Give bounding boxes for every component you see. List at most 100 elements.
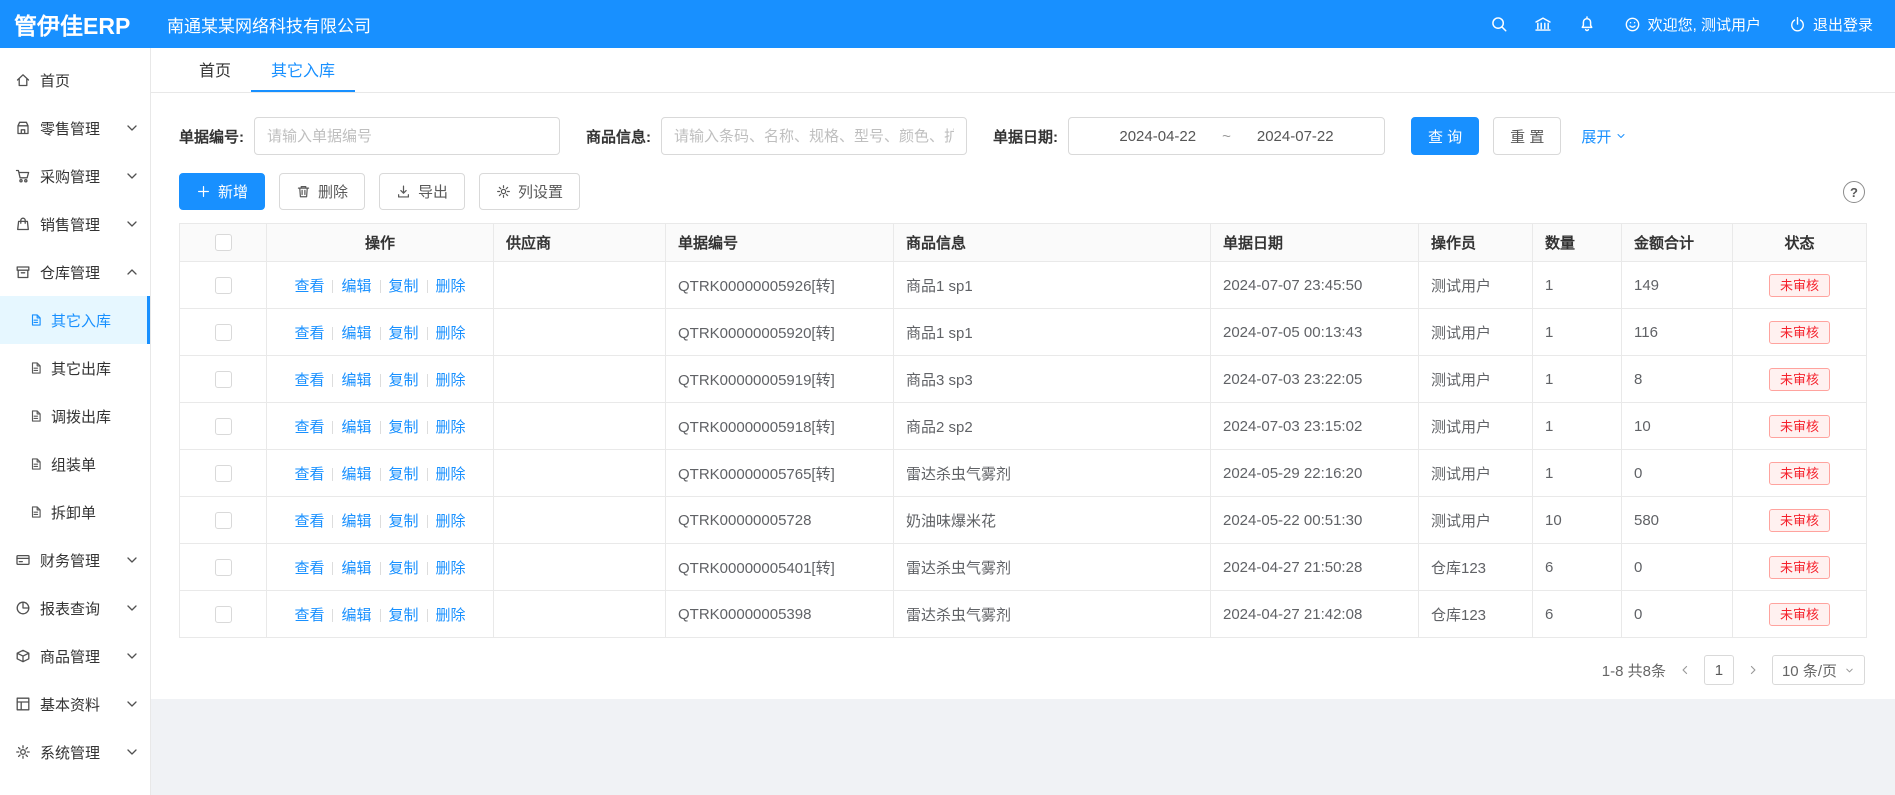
- row-action-delete[interactable]: 删除: [436, 419, 466, 436]
- sidebar-item-5[interactable]: 财务管理: [0, 536, 150, 584]
- sidebar-item-3[interactable]: 销售管理: [0, 200, 150, 248]
- logout-button[interactable]: 退出登录: [1789, 14, 1873, 35]
- action-divider: [427, 562, 428, 575]
- sidebar-item-9[interactable]: 系统管理: [0, 728, 150, 776]
- sidebar-item-0[interactable]: 首页: [0, 56, 150, 104]
- sidebar: 首页零售管理采购管理销售管理仓库管理其它入库其它出库调拨出库组装单拆卸单财务管理…: [0, 48, 151, 795]
- product-info-label: 商品信息:: [586, 126, 651, 147]
- sidebar-item-6[interactable]: 报表查询: [0, 584, 150, 632]
- row-checkbox[interactable]: [215, 559, 232, 576]
- row-action-view[interactable]: 查看: [294, 560, 324, 577]
- row-action-view[interactable]: 查看: [294, 419, 324, 436]
- sidebar-subitem-4-1[interactable]: 其它出库: [0, 344, 150, 392]
- row-checkbox[interactable]: [215, 465, 232, 482]
- cell-product: 商品1 sp1: [894, 309, 1211, 356]
- row-checkbox[interactable]: [215, 324, 232, 341]
- row-action-copy[interactable]: 复制: [389, 560, 419, 577]
- row-action-delete[interactable]: 删除: [436, 607, 466, 624]
- row-action-view[interactable]: 查看: [294, 607, 324, 624]
- row-action-view[interactable]: 查看: [294, 278, 324, 295]
- select-all-checkbox[interactable]: [215, 234, 232, 251]
- row-action-copy[interactable]: 复制: [389, 325, 419, 342]
- row-action-edit[interactable]: 编辑: [341, 372, 371, 389]
- page-number-button[interactable]: 1: [1704, 655, 1734, 685]
- row-action-view[interactable]: 查看: [294, 372, 324, 389]
- row-action-delete[interactable]: 删除: [436, 278, 466, 295]
- cell-qty: 1: [1533, 450, 1622, 497]
- date-filter: 单据日期: 2024-04-22 ~ 2024-07-22: [993, 117, 1385, 155]
- column-settings-label: 列设置: [518, 181, 563, 202]
- row-action-edit[interactable]: 编辑: [341, 466, 371, 483]
- row-action-copy[interactable]: 复制: [389, 372, 419, 389]
- notifications-button[interactable]: [1578, 15, 1596, 33]
- column-header-2: 单据编号: [666, 224, 894, 262]
- row-action-view[interactable]: 查看: [294, 513, 324, 530]
- prev-page-button[interactable]: [1678, 663, 1692, 677]
- column-settings-button[interactable]: 列设置: [479, 173, 580, 210]
- cell-qty: 1: [1533, 309, 1622, 356]
- table-row: 查看编辑复制删除QTRK00000005918[转]商品2 sp22024-07…: [180, 403, 1867, 450]
- search-button[interactable]: [1490, 15, 1508, 33]
- row-action-copy[interactable]: 复制: [389, 466, 419, 483]
- row-checkbox[interactable]: [215, 606, 232, 623]
- row-action-delete[interactable]: 删除: [436, 466, 466, 483]
- sidebar-subitem-4-4[interactable]: 拆卸单: [0, 488, 150, 536]
- bill-no-label: 单据编号:: [179, 126, 244, 147]
- row-checkbox[interactable]: [215, 277, 232, 294]
- sidebar-item-7[interactable]: 商品管理: [0, 632, 150, 680]
- row-action-copy[interactable]: 复制: [389, 513, 419, 530]
- cell-product: 雷达杀虫气雾剂: [894, 544, 1211, 591]
- row-checkbox[interactable]: [215, 512, 232, 529]
- row-action-delete[interactable]: 删除: [436, 372, 466, 389]
- welcome-user[interactable]: 欢迎您, 测试用户: [1624, 14, 1761, 35]
- row-checkbox[interactable]: [215, 371, 232, 388]
- expand-filters-link[interactable]: 展开: [1581, 126, 1627, 147]
- row-action-edit[interactable]: 编辑: [341, 419, 371, 436]
- cell-supplier: [494, 403, 666, 450]
- row-action-edit[interactable]: 编辑: [341, 513, 371, 530]
- table-row: 查看编辑复制删除QTRK00000005765[转]雷达杀虫气雾剂2024-05…: [180, 450, 1867, 497]
- expand-label: 展开: [1581, 126, 1611, 147]
- status-badge: 未审核: [1769, 321, 1830, 344]
- sidebar-item-2[interactable]: 采购管理: [0, 152, 150, 200]
- sidebar-item-8[interactable]: 基本资料: [0, 680, 150, 728]
- chevron-down-icon-slot: [1615, 130, 1627, 142]
- next-page-button[interactable]: [1746, 663, 1760, 677]
- row-action-edit[interactable]: 编辑: [341, 560, 371, 577]
- sidebar-subitem-4-3[interactable]: 组装单: [0, 440, 150, 488]
- row-action-view[interactable]: 查看: [294, 466, 324, 483]
- action-divider: [380, 562, 381, 575]
- sidebar-item-label: 销售管理: [40, 214, 115, 235]
- sidebar-item-4[interactable]: 仓库管理: [0, 248, 150, 296]
- row-action-delete[interactable]: 删除: [436, 560, 466, 577]
- search-submit-button[interactable]: 查 询: [1411, 117, 1479, 155]
- org-button[interactable]: [1534, 15, 1552, 33]
- product-info-input[interactable]: [661, 117, 967, 155]
- tab-0[interactable]: 首页: [179, 48, 251, 92]
- date-range-picker[interactable]: 2024-04-22 ~ 2024-07-22: [1068, 117, 1385, 155]
- row-action-view[interactable]: 查看: [294, 325, 324, 342]
- row-action-edit[interactable]: 编辑: [341, 278, 371, 295]
- row-action-copy[interactable]: 复制: [389, 419, 419, 436]
- page-size-select[interactable]: 10 条/页: [1772, 655, 1865, 685]
- tab-1[interactable]: 其它入库: [251, 48, 355, 92]
- reset-button[interactable]: 重 置: [1493, 117, 1561, 155]
- sidebar-item-1[interactable]: 零售管理: [0, 104, 150, 152]
- sidebar-subitem-4-2[interactable]: 调拨出库: [0, 392, 150, 440]
- sidebar-subitem-4-0[interactable]: 其它入库: [0, 296, 150, 344]
- bill-no-input[interactable]: [254, 117, 560, 155]
- export-button[interactable]: 导出: [379, 173, 465, 210]
- cell-amount: 0: [1622, 544, 1733, 591]
- row-action-copy[interactable]: 复制: [389, 607, 419, 624]
- row-action-delete[interactable]: 删除: [436, 325, 466, 342]
- help-icon[interactable]: ?: [1843, 181, 1865, 203]
- row-checkbox[interactable]: [215, 418, 232, 435]
- add-button[interactable]: 新增: [179, 173, 265, 210]
- row-action-delete[interactable]: 删除: [436, 513, 466, 530]
- row-action-copy[interactable]: 复制: [389, 278, 419, 295]
- delete-button[interactable]: 删除: [279, 173, 365, 210]
- row-action-edit[interactable]: 编辑: [341, 325, 371, 342]
- bell-icon: [1578, 15, 1596, 33]
- row-action-edit[interactable]: 编辑: [341, 607, 371, 624]
- column-header-3: 商品信息: [894, 224, 1211, 262]
